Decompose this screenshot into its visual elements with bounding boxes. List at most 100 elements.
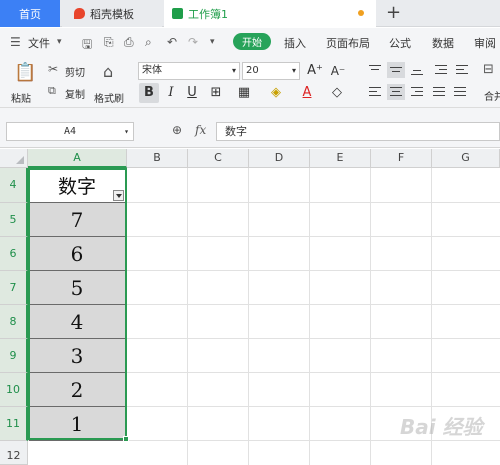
- cell-a11[interactable]: 1: [29, 407, 126, 441]
- column-header-b[interactable]: B: [127, 149, 188, 168]
- scissors-icon: ✂: [48, 62, 59, 76]
- spreadsheet-grid: A B C D E F G 4 5 6 7 8 9 10 11 12 数字 7 …: [0, 149, 500, 465]
- unsaved-dot-icon: [358, 10, 364, 16]
- print-icon[interactable]: ⎙: [124, 35, 134, 50]
- cell-a9[interactable]: 3: [29, 339, 126, 373]
- filter-dropdown-icon[interactable]: [113, 190, 124, 201]
- row-header-4[interactable]: 4: [0, 168, 28, 203]
- align-left-icon[interactable]: [366, 84, 384, 100]
- font-name-value: 宋体: [142, 65, 162, 76]
- fill-color-icon[interactable]: ◈: [266, 83, 286, 103]
- copy-label: 复制: [65, 90, 85, 101]
- tab-insert[interactable]: 插入: [284, 35, 306, 51]
- chevron-down-icon: ▾: [291, 66, 296, 75]
- format-painter-button[interactable]: ⌂ 格式刷: [94, 60, 128, 105]
- copy-button[interactable]: ⧉ 复制: [48, 84, 90, 101]
- cell-a5-value: 7: [70, 207, 84, 232]
- save-icon[interactable]: 🖫: [82, 35, 92, 56]
- fx-button[interactable]: fx: [195, 123, 206, 137]
- increase-font-icon[interactable]: A⁺: [305, 61, 325, 81]
- customize-icon[interactable]: ▾: [210, 37, 215, 47]
- font-size-value: 20: [246, 65, 259, 76]
- indent-decrease-icon[interactable]: [432, 62, 450, 78]
- print-preview-icon[interactable]: ⌕: [145, 35, 152, 50]
- cut-button[interactable]: ✂ 剪切: [48, 62, 90, 79]
- fill-handle[interactable]: [123, 436, 129, 442]
- underline-button[interactable]: U: [182, 83, 202, 103]
- row-header-11[interactable]: 11: [0, 407, 28, 441]
- borders-icon[interactable]: ⊞: [206, 83, 226, 103]
- column-header-c[interactable]: C: [188, 149, 249, 168]
- menu-file[interactable]: 文件: [28, 35, 50, 51]
- column-header-g[interactable]: G: [432, 149, 500, 168]
- font-color-icon[interactable]: A: [297, 83, 317, 103]
- justify-icon[interactable]: [430, 84, 448, 100]
- cell-a10[interactable]: 2: [29, 373, 126, 407]
- cell-a7-value: 5: [70, 275, 84, 300]
- indent-increase-icon[interactable]: [453, 62, 471, 78]
- formula-bar: A4 ▾ ⊕ fx 数字: [0, 108, 500, 148]
- tab-workbook[interactable]: 工作簿1: [164, 0, 376, 27]
- tab-formulas[interactable]: 公式: [389, 35, 411, 51]
- cut-label: 剪切: [65, 68, 85, 79]
- tab-review[interactable]: 审阅: [474, 35, 496, 51]
- chevron-down-icon[interactable]: ▾: [57, 37, 62, 47]
- export-icon[interactable]: ⎘: [104, 35, 114, 50]
- redo-icon[interactable]: ↷: [188, 35, 198, 49]
- align-center-icon[interactable]: [387, 84, 405, 100]
- distributed-icon[interactable]: [451, 84, 469, 100]
- align-bottom-icon[interactable]: [408, 62, 426, 78]
- select-all-corner[interactable]: [0, 149, 28, 168]
- tab-bar: 首页 稻壳模板 工作簿1 +: [0, 0, 500, 27]
- merge-icon: ⊟: [483, 62, 494, 77]
- row-header-8[interactable]: 8: [0, 305, 28, 339]
- menu-bar: ☰ 文件 ▾ 🖫 ⎘ ⎙ ⌕ ↶ ↷ ▾ 开始 插入 页面布局 公式 数据 审阅: [0, 28, 500, 56]
- name-box[interactable]: A4 ▾: [6, 122, 134, 141]
- formula-input[interactable]: 数字: [216, 122, 500, 141]
- tab-start[interactable]: 开始: [233, 33, 271, 50]
- cell-a11-value: 1: [70, 411, 84, 436]
- align-right-icon[interactable]: [408, 84, 426, 100]
- undo-icon[interactable]: ↶: [167, 35, 177, 49]
- cell-a4-value: 数字: [57, 175, 96, 198]
- eraser-icon[interactable]: ◇: [327, 83, 347, 103]
- new-tab-button[interactable]: +: [386, 2, 401, 23]
- column-header-d[interactable]: D: [249, 149, 310, 168]
- hamburger-icon[interactable]: ☰: [10, 35, 21, 49]
- column-header-f[interactable]: F: [371, 149, 432, 168]
- tab-templates-label: 稻壳模板: [90, 7, 134, 21]
- cell-a6-value: 6: [70, 241, 84, 266]
- align-middle-icon[interactable]: [387, 62, 405, 78]
- tab-workbook-label: 工作簿1: [188, 7, 228, 21]
- cell-a8[interactable]: 4: [29, 305, 126, 339]
- font-size-select[interactable]: 20 ▾: [242, 62, 300, 80]
- row-header-10[interactable]: 10: [0, 373, 28, 407]
- column-header-a[interactable]: A: [28, 149, 127, 168]
- tab-start-label: 开始: [242, 38, 262, 49]
- tab-page-layout[interactable]: 页面布局: [326, 35, 370, 51]
- cell-a4[interactable]: 数字: [29, 168, 126, 203]
- tab-home[interactable]: 首页: [0, 0, 60, 27]
- merge-label[interactable]: 合并: [484, 88, 500, 103]
- cell-a6[interactable]: 6: [29, 237, 126, 271]
- row-header-7[interactable]: 7: [0, 271, 28, 305]
- name-box-value: A4: [63, 126, 77, 137]
- row-header-6[interactable]: 6: [0, 237, 28, 271]
- font-name-select[interactable]: 宋体 ▾: [138, 62, 240, 80]
- fill-pattern-icon[interactable]: ▦: [234, 83, 254, 103]
- tab-data[interactable]: 数据: [432, 35, 454, 51]
- cell-a5[interactable]: 7: [29, 203, 126, 237]
- paste-button[interactable]: 📋 粘贴: [8, 60, 42, 105]
- row-header-5[interactable]: 5: [0, 203, 28, 237]
- italic-button[interactable]: I: [161, 83, 181, 103]
- bold-button[interactable]: B: [139, 83, 159, 103]
- zoom-icon[interactable]: ⊕: [172, 123, 182, 137]
- column-header-e[interactable]: E: [310, 149, 371, 168]
- cell-a7[interactable]: 5: [29, 271, 126, 305]
- row-header-9[interactable]: 9: [0, 339, 28, 373]
- format-painter-label: 格式刷: [94, 94, 124, 105]
- align-top-icon[interactable]: [366, 62, 384, 78]
- decrease-font-icon[interactable]: A⁻: [328, 61, 348, 81]
- row-header-12[interactable]: 12: [0, 441, 28, 465]
- tab-templates[interactable]: 稻壳模板: [62, 0, 162, 27]
